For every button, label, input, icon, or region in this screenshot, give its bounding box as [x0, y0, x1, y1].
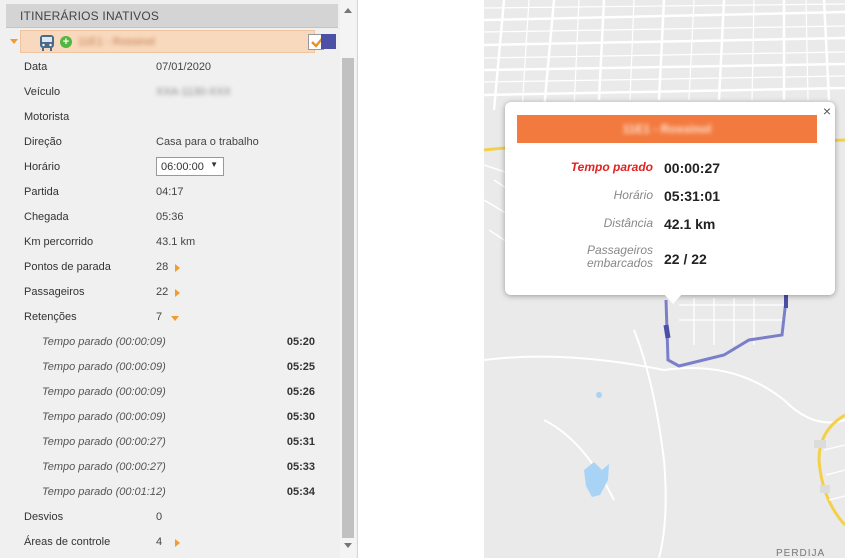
retention-item[interactable]: Tempo parado (00:00:09) 05:20 [42, 336, 315, 352]
field-label: Data [24, 61, 48, 73]
retention-label: Tempo parado (00:00:09) [42, 336, 166, 348]
retention-time: 05:31 [286, 436, 315, 448]
popup-label: Distância [603, 216, 653, 230]
field-label: Horário [24, 161, 61, 173]
field-value: 28 [156, 261, 169, 273]
expand-right-icon[interactable] [175, 264, 180, 272]
expand-right-icon[interactable] [175, 289, 180, 297]
horario-selected-value: 06:00:00 [161, 161, 204, 173]
retention-item[interactable]: Tempo parado (00:00:09) 05:30 [42, 411, 315, 427]
field-label: Chegada [24, 211, 69, 223]
field-label: Pontos de parada [24, 261, 111, 273]
field-label: Áreas de controle [24, 536, 111, 548]
retention-time: 05:20 [286, 336, 315, 348]
map-place-label: PERDIJA [776, 548, 825, 558]
field-pontos[interactable]: Pontos de parada 28 [24, 261, 324, 277]
field-label: Passageiros [24, 286, 85, 298]
popup-value: 00:00:27 [664, 160, 721, 176]
field-value: 05:36 [156, 211, 184, 223]
field-veiculo: Veículo XXA-1130-XXX [24, 86, 324, 102]
field-value: 43.1 km [156, 236, 196, 248]
retention-label: Tempo parado (00:00:09) [42, 361, 166, 373]
field-value: 22 [156, 286, 169, 298]
retention-label: Tempo parado (00:00:27) [42, 461, 166, 473]
retention-label: Tempo parado (00:00:27) [42, 436, 166, 448]
itinerary-panel: ITINERÁRIOS INATIVOS + 11E1 - Rossinol D… [0, 0, 358, 558]
popup-title-bar: 11E1 - Rossinol [517, 115, 817, 143]
retention-time: 05:34 [286, 486, 315, 498]
field-label: Partida [24, 186, 59, 198]
panel-header: ITINERÁRIOS INATIVOS [6, 4, 338, 28]
field-value: 4 [156, 536, 163, 548]
retention-label: Tempo parado (00:00:09) [42, 386, 166, 398]
field-label: Desvios [24, 511, 64, 523]
retention-time: 05:26 [286, 386, 315, 398]
itinerary-row[interactable]: + 11E1 - Rossinol [6, 30, 340, 53]
popup-label: Tempo parado [570, 160, 653, 174]
itinerary-item[interactable]: + 11E1 - Rossinol [20, 30, 326, 53]
field-value: Casa para o trabalho [156, 136, 259, 148]
popup-value: 42.1 km [664, 216, 716, 232]
scroll-up-icon[interactable] [344, 8, 352, 13]
field-desvios: Desvios 0 [24, 511, 324, 527]
field-value: 0 [156, 511, 163, 523]
field-value: 04:17 [156, 186, 184, 198]
retention-item[interactable]: Tempo parado (00:01:12) 05:34 [42, 486, 315, 502]
retention-label: Tempo parado (00:00:09) [42, 411, 166, 423]
retention-time: 05:25 [286, 361, 315, 373]
retention-item[interactable]: Tempo parado (00:00:09) 05:25 [42, 361, 315, 377]
field-motorista: Motorista [24, 111, 324, 127]
field-areas[interactable]: Áreas de controle 4 [24, 536, 324, 552]
field-partida: Partida 04:17 [24, 186, 324, 202]
bus-icon [40, 35, 54, 51]
field-value: 07/01/2020 [156, 61, 212, 73]
field-km: Km percorrido 43.1 km [24, 236, 324, 252]
panel-scrollbar[interactable] [340, 0, 356, 558]
retention-item[interactable]: Tempo parado (00:00:27) 05:33 [42, 461, 315, 477]
collapse-down-icon[interactable] [171, 316, 179, 321]
field-label: Direção [24, 136, 62, 148]
stop-info-popup: × 11E1 - Rossinol Tempo parado 00:00:27 … [505, 102, 835, 304]
scroll-down-icon[interactable] [344, 543, 352, 548]
field-retencoes[interactable]: Retenções 7 [24, 311, 324, 327]
field-data: Data 07/01/2020 [24, 61, 324, 77]
expand-caret-icon[interactable] [10, 39, 18, 44]
close-icon[interactable]: × [823, 103, 831, 119]
field-value: XXA-1130-XXX [156, 86, 232, 98]
itinerary-name: 11E1 - Rossinol [78, 36, 155, 48]
retention-label: Tempo parado (00:01:12) [42, 486, 166, 498]
field-label: Motorista [24, 111, 70, 123]
field-chegada: Chegada 05:36 [24, 211, 324, 227]
retention-item[interactable]: Tempo parado (00:00:27) 05:31 [42, 436, 315, 452]
retention-time: 05:30 [286, 411, 315, 423]
field-passageiros[interactable]: Passageiros 22 [24, 286, 324, 302]
popup-value: 05:31:01 [664, 188, 721, 204]
field-direcao: Direção Casa para o trabalho [24, 136, 324, 152]
field-label: Veículo [24, 86, 61, 98]
popup-label: Passageiros embarcados [586, 243, 653, 270]
panel-title: ITINERÁRIOS INATIVOS [20, 9, 160, 23]
route-color-swatch[interactable] [321, 34, 336, 49]
expand-right-icon[interactable] [175, 539, 180, 547]
popup-value: 22 / 22 [664, 251, 707, 267]
field-horario: Horário 06:00:00 ▼ [24, 157, 324, 177]
field-label: Km percorrido [24, 236, 94, 248]
popup-title: 11E1 - Rossinol [622, 122, 712, 136]
field-value: 7 [156, 311, 163, 323]
dropdown-arrow-icon: ▼ [210, 160, 218, 169]
horario-select[interactable]: 06:00:00 ▼ [156, 157, 224, 176]
popup-label: Horário [613, 188, 653, 202]
field-label: Retenções [24, 311, 77, 323]
add-icon[interactable]: + [60, 36, 72, 48]
retention-time: 05:33 [286, 461, 315, 473]
scroll-thumb[interactable] [342, 58, 354, 538]
retention-item[interactable]: Tempo parado (00:00:09) 05:26 [42, 386, 315, 402]
popup-tail [664, 294, 682, 304]
